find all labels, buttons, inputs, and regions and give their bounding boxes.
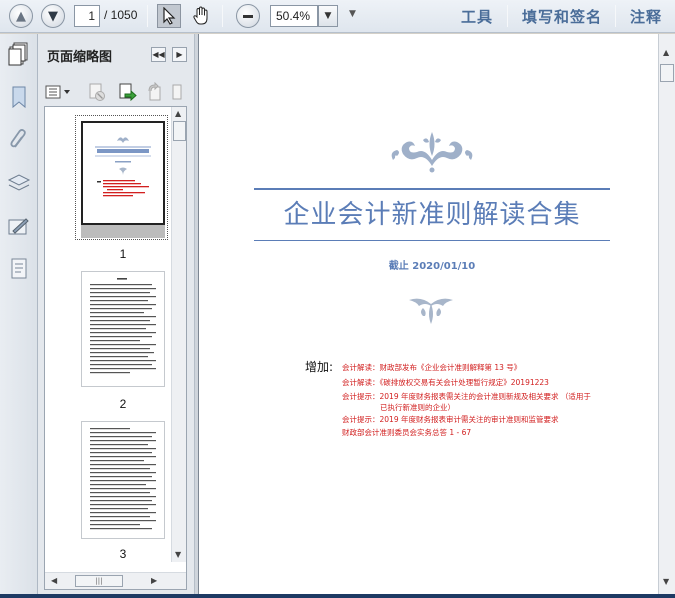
- comment-menu[interactable]: 注释: [630, 6, 662, 27]
- signatures-button[interactable]: [6, 214, 32, 240]
- zoom-level-input[interactable]: 50.4%: [270, 5, 318, 27]
- title-rule-top: [254, 188, 610, 190]
- added-item: 财政部会计准则委员会实务总答 1 - 67: [342, 428, 472, 437]
- panel-title: 页面缩略图: [47, 50, 113, 65]
- thumbnail-page-1-preview: [95, 137, 151, 197]
- rotate-page-icon: [148, 82, 161, 101]
- added-item: 会计提示：2019 年度财务报表审计需关注的审计准则和监管要求: [342, 415, 559, 424]
- select-tool-button[interactable]: [157, 4, 181, 28]
- signature-pen-icon: [8, 218, 29, 235]
- chevron-down-icon: ▼: [349, 9, 356, 19]
- document-page-view[interactable]: 企业会计新准则解读合集 截止 2020/01/10 增加: 会计解读：财政部发布…: [198, 34, 658, 594]
- delete-page-button[interactable]: [86, 81, 108, 103]
- hand-icon: [193, 6, 208, 25]
- insert-page-icon: [119, 83, 137, 102]
- thumbnail-page-2[interactable]: [81, 271, 165, 387]
- thumbnail-horizontal-scroll-thumb[interactable]: |||: [75, 575, 123, 587]
- scroll-down-icon[interactable]: ▼: [663, 577, 669, 586]
- list-options-icon: [45, 85, 70, 99]
- page-icon: [172, 84, 182, 100]
- added-item: 已执行新准则的企业）: [380, 403, 455, 412]
- fleur-ornament-icon: [409, 298, 453, 324]
- content-button[interactable]: [6, 256, 32, 282]
- toolbar-divider: [147, 5, 148, 27]
- scroll-down-icon[interactable]: ▼: [175, 550, 181, 559]
- thumbnail-scroll-thumb[interactable]: [173, 121, 186, 141]
- thumbnail-label: 3: [119, 547, 127, 561]
- minus-icon: [243, 14, 253, 18]
- thumbnail-toolbar: [44, 80, 188, 104]
- chevron-right-icon: ▶: [176, 50, 183, 59]
- paperclip-icon: [10, 129, 26, 148]
- bookmarks-button[interactable]: [6, 84, 32, 110]
- arrow-down-icon: ▼: [48, 8, 58, 24]
- thumbnail-selection-shade: [81, 225, 165, 238]
- zoom-out-button[interactable]: [236, 4, 260, 28]
- hand-tool-button[interactable]: [189, 4, 213, 28]
- page-total-label: / 1050: [104, 8, 138, 22]
- chevron-down-icon: ▼: [324, 11, 332, 21]
- thumbnail-page-3-preview: [90, 428, 156, 530]
- navigation-icon-bar: [0, 34, 38, 594]
- toolbar-divider: [615, 5, 616, 27]
- window-bottom-border: [0, 594, 675, 598]
- thumbnail-label: 1: [119, 247, 127, 261]
- page-number-input[interactable]: 1: [74, 5, 100, 27]
- document-scroll-thumb[interactable]: [660, 64, 674, 82]
- tools-menu[interactable]: 工具: [461, 6, 493, 27]
- pages-icon: [8, 44, 26, 66]
- scroll-up-icon[interactable]: ▲: [663, 48, 669, 57]
- added-section-label: 增加:: [305, 360, 334, 374]
- floral-ornament-icon: [391, 132, 473, 173]
- thumbnail-vertical-scrollbar[interactable]: ▲ ▼: [171, 107, 186, 562]
- thumbnails-panel: 页面缩略图 ◀◀ ▶ 1 2 3 ▲ ▼ ◀ ||| ▶: [8, 34, 194, 594]
- thumbnail-options-button[interactable]: [44, 81, 74, 103]
- fill-sign-menu[interactable]: 填写和签名: [522, 6, 602, 27]
- expand-panel-button[interactable]: ▶: [172, 47, 187, 62]
- insert-page-button[interactable]: [116, 81, 138, 103]
- layers-button[interactable]: [6, 170, 32, 196]
- toolbar-divider: [222, 5, 223, 27]
- added-item: 会计解读：财政部发布《企业会计准则解释第 13 号》: [342, 363, 522, 372]
- document-title: 企业会计新准则解读合集: [283, 200, 581, 230]
- next-page-button[interactable]: ▼: [41, 4, 65, 28]
- title-rule-bottom: [254, 240, 610, 241]
- layers-icon: [7, 174, 31, 191]
- toolbar-divider: [507, 5, 508, 27]
- scroll-left-icon[interactable]: ◀: [51, 576, 57, 585]
- rotate-page-button[interactable]: [144, 81, 166, 103]
- thumbnail-list[interactable]: 1 2 3 ▲ ▼ ◀ ||| ▶: [44, 106, 187, 590]
- thumbnail-label: 2: [119, 397, 127, 411]
- bookmark-icon: [12, 86, 26, 109]
- attachments-button[interactable]: [6, 126, 32, 152]
- thumbnail-page-2-preview: [90, 278, 156, 374]
- document-date: 截止 2020/01/10: [388, 261, 476, 272]
- scroll-right-icon[interactable]: ▶: [151, 576, 157, 585]
- thumbnail-page-1[interactable]: [81, 121, 165, 225]
- cursor-arrow-icon: [163, 7, 176, 25]
- document-lines-icon: [11, 258, 27, 279]
- main-toolbar: ▲ ▼ 1 / 1050 50.4% ▼ ▼ 工具 填写和签名 注释: [0, 0, 675, 33]
- added-item: 会计提示：2019 年度财务报表需关注的会计准则新规及相关要求 （适用于: [342, 392, 591, 401]
- scroll-up-icon[interactable]: ▲: [175, 109, 181, 118]
- more-thumbnail-tools-button[interactable]: [170, 81, 184, 103]
- thumbnail-page-3[interactable]: [81, 421, 165, 539]
- collapse-panel-button[interactable]: ◀◀: [151, 47, 166, 62]
- thumbnail-horizontal-scrollbar[interactable]: ◀ ||| ▶: [45, 572, 186, 589]
- previous-page-button[interactable]: ▲: [9, 4, 33, 28]
- double-chevron-left-icon: ◀◀: [152, 50, 165, 59]
- zoom-dropdown-button[interactable]: ▼: [318, 5, 338, 27]
- added-item: 会计解读：《碳排放权交易有关会计处理暂行规定》20191223: [342, 378, 549, 387]
- document-vertical-scrollbar[interactable]: ▲ ▼: [658, 34, 675, 594]
- delete-page-icon: [89, 83, 105, 101]
- more-tools-button[interactable]: ▼: [349, 9, 356, 19]
- arrow-up-icon: ▲: [16, 8, 26, 24]
